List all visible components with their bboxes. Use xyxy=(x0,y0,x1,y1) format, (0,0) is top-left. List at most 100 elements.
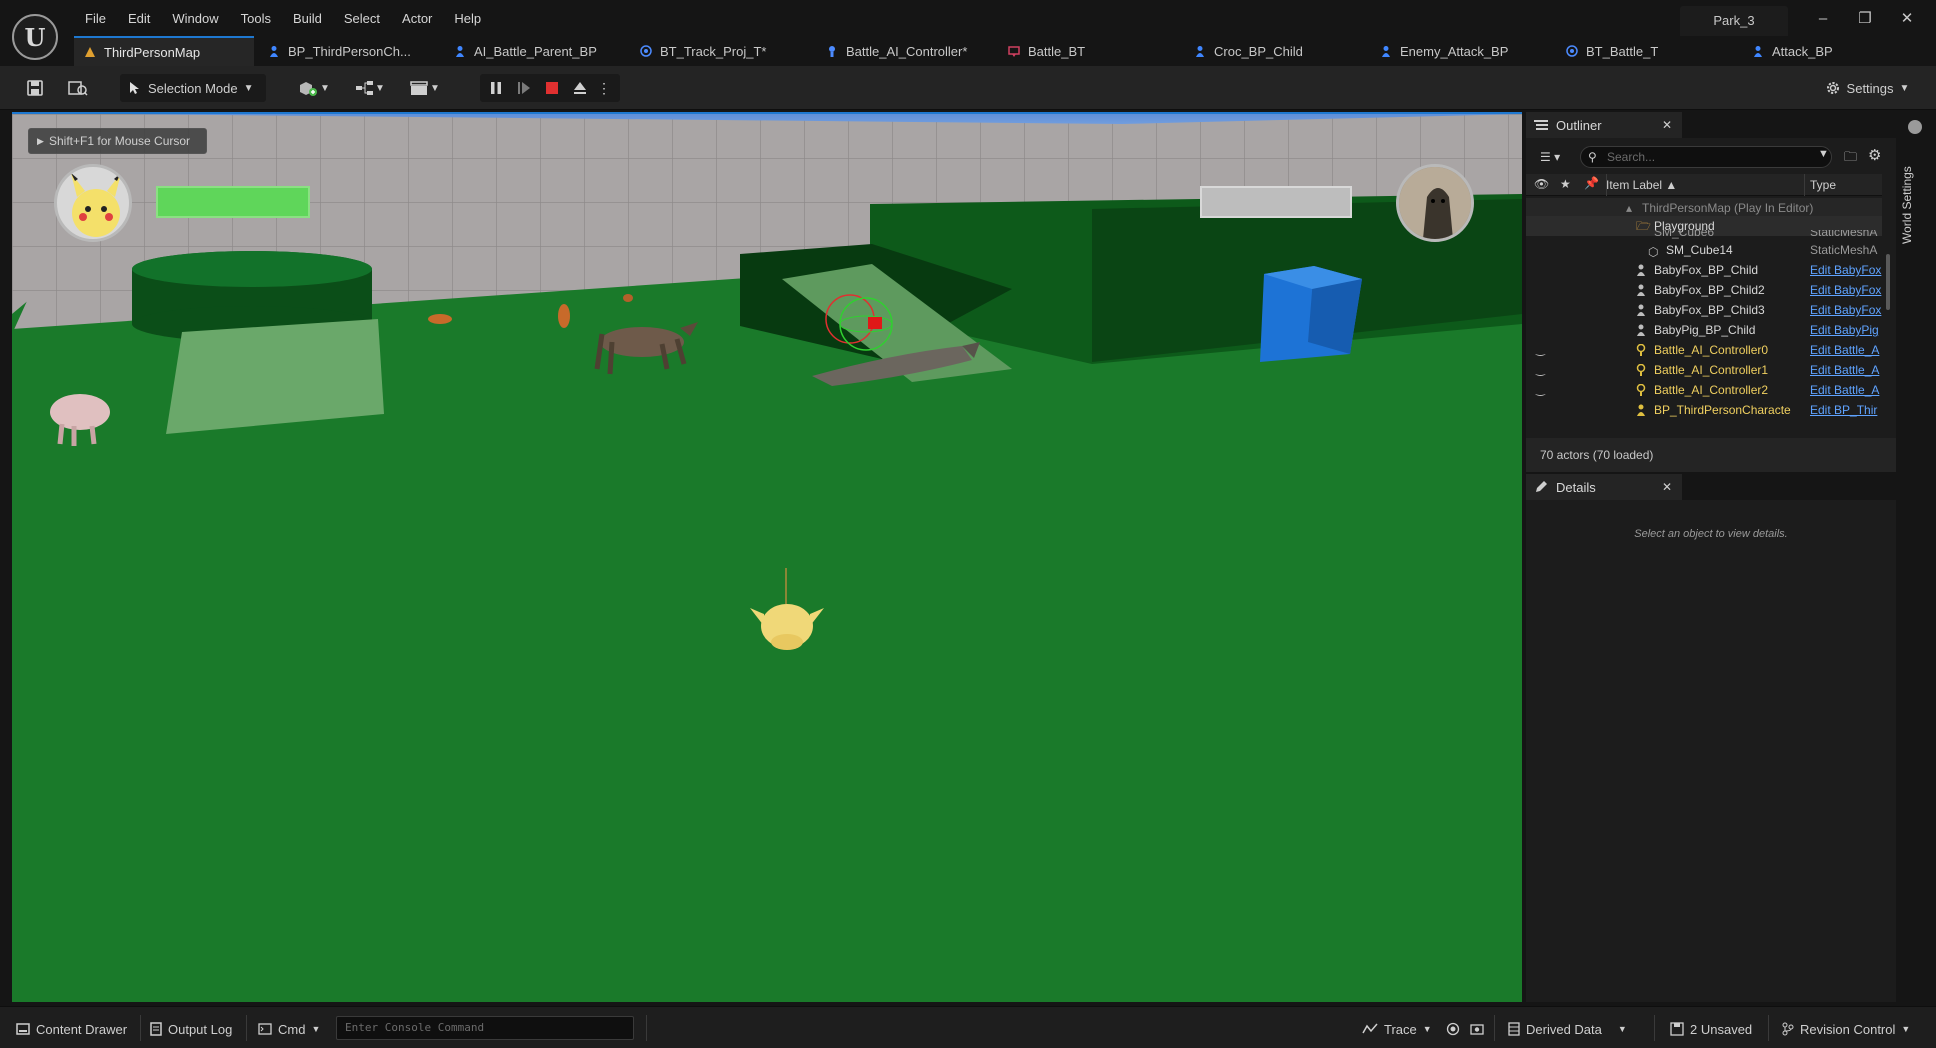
pawn-icon xyxy=(1637,284,1645,296)
derived-data-dropdown[interactable]: Derived Data ▼ xyxy=(1508,1019,1627,1039)
document-tabs: ThirdPersonMap BP_ThirdPersonCh... AI_Ba… xyxy=(0,36,1936,66)
unreal-logo-icon[interactable]: U xyxy=(12,14,58,60)
pause-icon[interactable] xyxy=(484,74,508,102)
restore-icon[interactable]: ❐ xyxy=(1848,8,1882,30)
menu-build[interactable]: Build xyxy=(282,10,333,28)
tab-battle-bt[interactable]: Battle_BT xyxy=(998,36,1176,66)
stop-icon[interactable] xyxy=(540,74,564,102)
record-icon[interactable] xyxy=(1446,1019,1460,1039)
hidden-eye-icon[interactable]: ‿ xyxy=(1536,340,1545,360)
tab-enemy-attack-bp[interactable]: Enemy_Attack_BP xyxy=(1370,36,1550,66)
blueprint-menu-button[interactable]: ▼ xyxy=(352,74,388,102)
outliner-settings-gear-icon[interactable]: ⚙ xyxy=(1868,146,1881,164)
list-item-babypig-bp-child[interactable]: BabyPig_BP_Child Edit BabyPig xyxy=(1526,320,1882,340)
hidden-eye-icon[interactable]: ‿ xyxy=(1536,360,1545,380)
tab-croc-bp-child[interactable]: Croc_BP_Child xyxy=(1184,36,1364,66)
menu-edit[interactable]: Edit xyxy=(117,10,161,28)
unsaved-button[interactable]: 2 Unsaved xyxy=(1670,1019,1752,1039)
menu-actor[interactable]: Actor xyxy=(391,10,443,28)
step-frame-icon[interactable] xyxy=(512,74,536,102)
list-item-babyfox-bp-child[interactable]: BabyFox_BP_Child Edit BabyFox xyxy=(1526,260,1882,280)
screenshot-icon[interactable] xyxy=(1470,1019,1484,1039)
tab-attack-bp[interactable]: Attack_BP xyxy=(1742,36,1902,66)
filter-icon[interactable]: ☰ ▾ xyxy=(1540,150,1560,164)
console-input[interactable]: Enter Console Command xyxy=(336,1016,634,1040)
menu-help[interactable]: Help xyxy=(443,10,492,28)
level-viewport[interactable]: ▶ Shift+F1 for Mouse Cursor xyxy=(12,112,1522,1002)
menu-file[interactable]: File xyxy=(74,10,117,28)
save-icon[interactable] xyxy=(22,74,48,102)
visibility-eye-icon[interactable]: 👁 xyxy=(1534,177,1549,191)
tab-thirdpersonmap[interactable]: ThirdPersonMap xyxy=(74,36,254,66)
tab-bt-track-proj-t[interactable]: BT_Track_Proj_T* xyxy=(630,36,810,66)
chevron-down-icon: ▼ xyxy=(311,1024,321,1034)
search-icon: ⚲ xyxy=(1588,150,1597,164)
settings-button[interactable]: Settings ▼ xyxy=(1822,74,1912,102)
menu-select[interactable]: Select xyxy=(333,10,391,28)
list-item-partial[interactable]: SM_Cube6 StaticMeshA xyxy=(1526,230,1882,240)
list-item-babyfox-bp-child3[interactable]: BabyFox_BP_Child3 Edit BabyFox xyxy=(1526,300,1882,320)
close-outliner-icon[interactable]: ✕ xyxy=(1662,118,1672,132)
output-log-button[interactable]: Output Log xyxy=(150,1019,232,1039)
world-settings-tab[interactable]: World Settings xyxy=(1900,150,1930,260)
tab-bp-thirdpersoncharacter[interactable]: BP_ThirdPersonCh... xyxy=(258,36,436,66)
add-folder-icon[interactable]: 🗀 xyxy=(1844,148,1857,170)
outliner-search-input[interactable]: Search... xyxy=(1580,146,1832,168)
chevron-down-icon: ▼ xyxy=(430,82,440,94)
play-controls: ⋮ xyxy=(480,74,620,102)
eject-icon[interactable] xyxy=(568,74,592,102)
hidden-eye-icon[interactable]: ‿ xyxy=(1536,380,1545,400)
list-item-battle-ai-controller2[interactable]: ‿ Battle_AI_Controller2 Edit Battle_A xyxy=(1526,380,1882,400)
list-item-sm-cube14[interactable]: ⬡ SM_Cube14 StaticMeshA xyxy=(1526,240,1882,260)
outliner-header: Outliner ✕ xyxy=(1526,112,1896,138)
blueprint-pawn-icon xyxy=(1754,46,1762,57)
outliner-column-header: 👁 ★ 📌 Item Label ▲ Type xyxy=(1526,174,1882,196)
chevron-down-icon: ▼ xyxy=(1901,1024,1911,1034)
world-settings-globe-icon[interactable] xyxy=(1908,120,1922,134)
list-item-battle-ai-controller0[interactable]: ‿ Battle_AI_Controller0 Edit Battle_A xyxy=(1526,340,1882,360)
status-bar: Content Drawer Output Log Cmd ▼ Enter Co… xyxy=(0,1006,1936,1048)
list-item-bp-thirdpersoncharacter[interactable]: BP_ThirdPersonCharacte Edit BP_Thir xyxy=(1526,400,1882,420)
details-tab[interactable]: Details ✕ xyxy=(1526,474,1682,500)
scene-render xyxy=(12,114,1522,1002)
revision-control-dropdown[interactable]: Revision Control ▼ xyxy=(1782,1019,1910,1039)
outliner-tab[interactable]: Outliner ✕ xyxy=(1526,112,1682,138)
menu-window[interactable]: Window xyxy=(161,10,229,28)
star-icon[interactable]: ★ xyxy=(1560,177,1571,191)
cmd-dropdown[interactable]: Cmd ▼ xyxy=(258,1019,320,1039)
blueprint-pawn-icon xyxy=(456,46,464,57)
browse-content-icon[interactable] xyxy=(64,74,92,102)
menu-tools[interactable]: Tools xyxy=(230,10,282,28)
mouse-cursor-hint: ▶ Shift+F1 for Mouse Cursor xyxy=(28,128,208,154)
blueprint-icon xyxy=(356,81,374,95)
tab-ai-battle-parent-bp[interactable]: AI_Battle_Parent_BP xyxy=(444,36,624,66)
close-icon[interactable]: ✕ xyxy=(1890,8,1924,30)
more-options-icon[interactable]: ⋮ xyxy=(596,74,612,102)
outliner-scrollbar[interactable] xyxy=(1884,174,1892,436)
cinematics-button[interactable]: ▼ xyxy=(406,74,444,102)
list-item-battle-ai-controller1[interactable]: ‿ Battle_AI_Controller1 Edit Battle_A xyxy=(1526,360,1882,380)
add-actor-button[interactable]: ▼ xyxy=(296,74,332,102)
column-item-label[interactable]: Item Label ▲ xyxy=(1606,178,1677,192)
trace-dropdown[interactable]: Trace ▼ xyxy=(1362,1019,1432,1039)
details-panel: Details ✕ Select an object to view detai… xyxy=(1526,474,1896,1002)
close-details-icon[interactable]: ✕ xyxy=(1662,480,1672,494)
pawn-icon xyxy=(1637,324,1645,336)
behavior-tree-icon xyxy=(1008,46,1020,57)
behavior-task-icon xyxy=(640,45,652,57)
minimize-icon[interactable]: – xyxy=(1806,8,1840,30)
column-type[interactable]: Type xyxy=(1810,178,1836,192)
search-options-chevron-icon[interactable]: ▼ xyxy=(1818,148,1829,160)
static-mesh-icon: ⬡ xyxy=(1648,245,1659,259)
chevron-down-icon: ▼ xyxy=(1899,82,1910,94)
content-drawer-button[interactable]: Content Drawer xyxy=(16,1019,127,1039)
tab-battle-ai-controller[interactable]: Battle_AI_Controller* xyxy=(816,36,996,66)
list-item-babyfox-bp-child2[interactable]: BabyFox_BP_Child2 Edit BabyFox xyxy=(1526,280,1882,300)
ai-controller-icon xyxy=(1636,344,1646,356)
pawn-icon xyxy=(1637,304,1645,316)
pin-icon[interactable]: 📌 xyxy=(1584,176,1599,190)
map-row[interactable]: ▴ ThirdPersonMap (Play In Editor) xyxy=(1526,198,1882,218)
scrollbar-thumb[interactable] xyxy=(1886,254,1890,310)
selection-mode-dropdown[interactable]: Selection Mode ▼ xyxy=(120,74,266,102)
tab-bt-battle-t[interactable]: BT_Battle_T xyxy=(1556,36,1736,66)
